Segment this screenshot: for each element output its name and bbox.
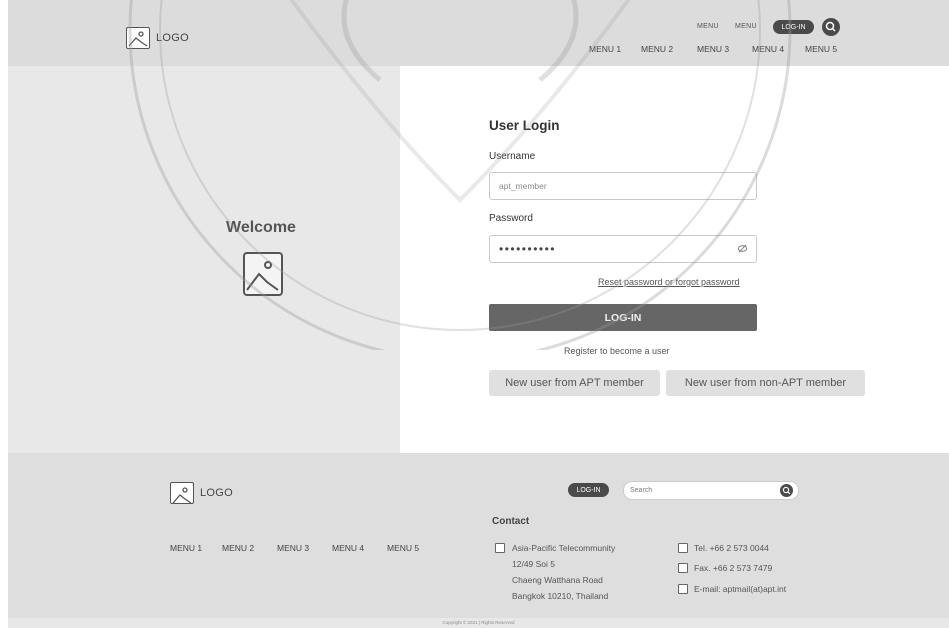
footer-logo-text: LOGO bbox=[200, 487, 233, 499]
contact-tel: Tel. +66 2 573 0044 bbox=[694, 543, 769, 553]
nav-menu-4[interactable]: MENU 4 bbox=[752, 44, 784, 54]
top-link-menu-2[interactable]: MENU bbox=[735, 23, 757, 30]
welcome-panel bbox=[8, 66, 400, 453]
welcome-title: Welcome bbox=[226, 219, 296, 236]
username-label: Username bbox=[489, 151, 536, 162]
footer-menu-5[interactable]: MENU 5 bbox=[387, 543, 419, 553]
reset-password-link[interactable]: Reset password or forgot password bbox=[598, 277, 740, 287]
new-non-apt-user-button[interactable]: New user from non-APT member bbox=[666, 370, 865, 396]
username-value: apt_member bbox=[499, 181, 547, 191]
footer-menu-1[interactable]: MENU 1 bbox=[170, 543, 202, 553]
nav-menu-2[interactable]: MENU 2 bbox=[641, 44, 673, 54]
search-icon[interactable] bbox=[780, 484, 793, 497]
email-icon bbox=[678, 584, 688, 594]
address-line-4: Bangkok 10210, Thailand bbox=[512, 591, 609, 601]
address-line-2: 12/49 Soi 5 bbox=[512, 559, 556, 569]
contact-fax: Fax. +66 2 573 7479 bbox=[694, 563, 773, 573]
header-logo[interactable]: LOGO bbox=[126, 27, 189, 49]
username-field[interactable]: apt_member bbox=[489, 172, 757, 200]
eye-off-icon[interactable] bbox=[737, 243, 748, 254]
contact-title: Contact bbox=[492, 516, 530, 527]
footer-logo[interactable]: LOGO bbox=[170, 482, 233, 504]
footer-search-placeholder: Search bbox=[630, 487, 653, 494]
top-link-menu-1[interactable]: MENU bbox=[697, 23, 719, 30]
login-button[interactable]: LOG-IN bbox=[489, 304, 757, 331]
new-apt-user-button[interactable]: New user from APT member bbox=[489, 370, 660, 396]
login-title: User Login bbox=[489, 118, 560, 133]
nav-menu-1[interactable]: MENU 1 bbox=[589, 44, 621, 54]
image-placeholder-icon bbox=[170, 482, 194, 504]
site-footer bbox=[8, 453, 949, 618]
copyright: Copyright © 2021 | Rights Reserved bbox=[8, 618, 949, 628]
footer-search-input[interactable]: Search bbox=[623, 481, 799, 500]
phone-icon bbox=[678, 543, 688, 553]
fax-icon bbox=[678, 563, 688, 573]
footer-login-button[interactable]: LOG-IN bbox=[568, 483, 609, 497]
header-login-button[interactable]: LOG-IN bbox=[773, 20, 814, 34]
footer-menu-2[interactable]: MENU 2 bbox=[222, 543, 254, 553]
search-icon[interactable] bbox=[822, 18, 840, 36]
password-field[interactable]: •••••••••• bbox=[489, 235, 757, 263]
register-text: Register to become a user bbox=[564, 346, 670, 356]
password-label: Password bbox=[489, 213, 533, 224]
image-placeholder-icon bbox=[126, 27, 150, 49]
nav-menu-3[interactable]: MENU 3 bbox=[697, 44, 729, 54]
footer-menu-3[interactable]: MENU 3 bbox=[277, 543, 309, 553]
location-icon bbox=[495, 543, 505, 553]
logo-text: LOGO bbox=[156, 32, 189, 44]
address-line-3: Chaeng Watthana Road bbox=[512, 575, 603, 585]
address-line-1: Asia-Pacific Telecommunity bbox=[512, 543, 616, 553]
contact-email[interactable]: E-mail: aptmail(at)apt.int bbox=[694, 584, 786, 594]
password-value: •••••••••• bbox=[499, 242, 557, 256]
image-placeholder-icon bbox=[243, 252, 283, 296]
nav-menu-5[interactable]: MENU 5 bbox=[805, 44, 837, 54]
footer-menu-4[interactable]: MENU 4 bbox=[332, 543, 364, 553]
